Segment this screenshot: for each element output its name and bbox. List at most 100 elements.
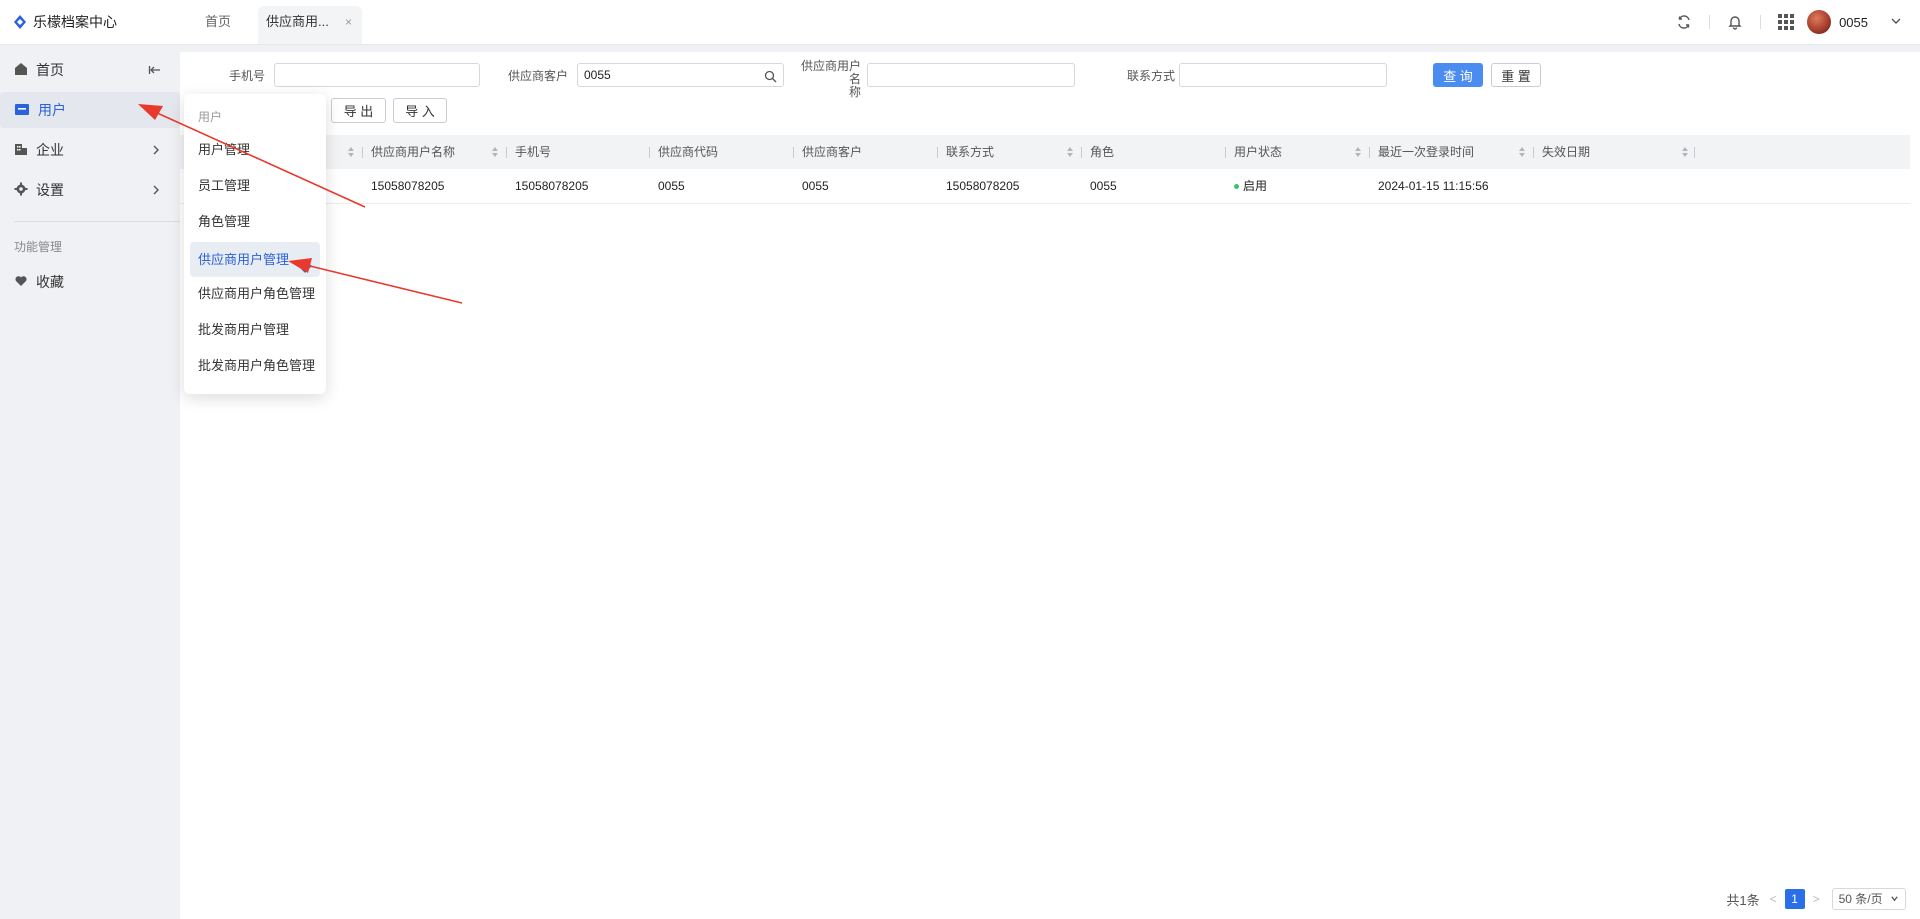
column-header[interactable]: 联系方式 <box>946 135 994 169</box>
chevron-down-icon <box>1891 896 1898 902</box>
cell-supplier-user-name: 15058078205 <box>371 179 445 193</box>
reset-button[interactable]: 重 置 <box>1491 63 1541 87</box>
submenu-item-supplier-user-role-management[interactable]: 供应商用户角色管理 <box>190 278 320 310</box>
supplier-customer-select[interactable]: 0055 <box>577 63 784 87</box>
submenu-item-supplier-user-management[interactable]: 供应商用户管理 <box>190 242 320 277</box>
submenu-item-user-management[interactable]: 用户管理 <box>190 134 320 166</box>
filter-label-phone: 手机号 <box>229 69 266 83</box>
column-header[interactable]: 最近一次登录时间 <box>1378 135 1474 169</box>
avatar[interactable] <box>1807 10 1832 34</box>
sort-icon[interactable] <box>492 147 498 157</box>
next-page-icon[interactable]: > <box>1813 892 1820 906</box>
cell-supplier-customer: 0055 <box>802 179 829 193</box>
sort-icon[interactable] <box>1682 147 1688 157</box>
column-header[interactable]: 供应商代码 <box>658 135 718 169</box>
column-divider <box>1081 147 1082 158</box>
apps-grid-icon[interactable] <box>1773 9 1799 35</box>
label-line: 称 <box>848 85 861 99</box>
supplier-user-name-input[interactable] <box>867 63 1075 87</box>
column-divider <box>649 147 650 158</box>
sidebar-item-label: 设置 <box>36 182 64 198</box>
chevron-down-icon[interactable] <box>1890 15 1902 30</box>
header-actions: 0055 <box>1671 9 1902 35</box>
app-logo[interactable]: 乐檬档案中心 <box>12 12 117 32</box>
user-folder-icon <box>14 102 30 119</box>
tab-label: 供应商用... <box>266 14 329 29</box>
sidebar-item-home[interactable]: 首页 <box>0 52 180 88</box>
chevron-right-icon <box>150 103 162 119</box>
sidebar-item-user[interactable]: 用户 <box>0 92 180 128</box>
submenu-item-staff-management[interactable]: 员工管理 <box>190 170 320 202</box>
app-title: 乐檬档案中心 <box>33 14 117 30</box>
pagination: 共1条 < 1 > 50 条/页 <box>1726 888 1906 910</box>
search-icon[interactable] <box>764 68 777 90</box>
divider <box>1760 15 1762 29</box>
column-divider <box>506 147 507 158</box>
column-header[interactable]: 供应商用户名称 <box>371 135 455 169</box>
sort-icon[interactable] <box>1067 147 1073 157</box>
column-header[interactable]: 失效日期 <box>1542 135 1590 169</box>
divider <box>14 221 182 222</box>
collapse-sidebar-icon[interactable] <box>148 63 162 80</box>
sidebar-item-favorites[interactable]: 收藏 <box>0 264 180 300</box>
refresh-icon[interactable] <box>1671 9 1697 35</box>
column-divider <box>937 147 938 158</box>
column-divider <box>1694 147 1695 158</box>
prev-page-icon[interactable]: < <box>1770 892 1777 906</box>
sort-icon[interactable] <box>1355 147 1361 157</box>
building-icon <box>14 142 28 159</box>
filter-label-contact: 联系方式 <box>1127 69 1176 83</box>
column-divider <box>1533 147 1534 158</box>
sidebar-item-settings[interactable]: 设置 <box>0 172 180 208</box>
tab-supplier-user[interactable]: 供应商用... × <box>258 6 362 44</box>
sidebar-item-label: 首页 <box>36 62 64 78</box>
heart-icon <box>14 274 28 291</box>
column-divider <box>1225 147 1226 158</box>
supplier-customer-value: 0055 <box>584 68 611 82</box>
filter-label-supplier-user-name: 供应商用户名 称 <box>799 60 861 99</box>
cell-last-login: 2024-01-15 11:15:56 <box>1378 179 1489 193</box>
export-button[interactable]: 导 出 <box>331 98 386 123</box>
submenu-item-wholesaler-user-role-management[interactable]: 批发商用户角色管理 <box>190 350 320 382</box>
sort-icon[interactable] <box>348 147 354 157</box>
submenu-item-wholesaler-user-management[interactable]: 批发商用户管理 <box>190 314 320 346</box>
user-submenu: 用户 用户管理 员工管理 角色管理 供应商用户管理 供应商用户角色管理 批发商用… <box>184 94 326 394</box>
column-divider <box>793 147 794 158</box>
import-button[interactable]: 导 入 <box>393 98 447 123</box>
table-row[interactable]: 15058078205 15058078205 0055 0055 150580… <box>180 169 1910 204</box>
column-header[interactable]: 用户状态 <box>1234 135 1282 169</box>
page-size-value: 50 条/页 <box>1838 892 1883 906</box>
sidebar-item-label: 企业 <box>36 142 64 158</box>
contact-input[interactable] <box>1179 63 1387 87</box>
tab-home[interactable]: 首页 <box>205 6 231 44</box>
chevron-right-icon <box>150 183 162 199</box>
query-button[interactable]: 查 询 <box>1433 63 1483 87</box>
section-title: 功能管理 <box>14 240 63 254</box>
label-line: 供应商用户名 <box>800 59 861 86</box>
cell-role: 0055 <box>1090 179 1117 193</box>
home-icon <box>14 62 28 79</box>
submenu-header: 用户 <box>198 110 223 124</box>
cell-status: 启用 <box>1234 169 1267 203</box>
filter-label-supplier-customer: 供应商客户 <box>508 69 569 83</box>
column-header[interactable]: 供应商客户 <box>802 135 862 169</box>
sidebar-item-label: 用户 <box>38 102 66 118</box>
pagination-total: 共1条 <box>1726 892 1760 908</box>
user-name[interactable]: 0055 <box>1839 15 1868 30</box>
page-size-select[interactable]: 50 条/页 <box>1831 888 1906 910</box>
phone-input[interactable] <box>274 63 480 87</box>
sidebar-item-label: 收藏 <box>36 274 64 290</box>
page-number[interactable]: 1 <box>1784 889 1805 909</box>
column-header[interactable]: 手机号 <box>515 135 551 169</box>
submenu-item-role-management[interactable]: 角色管理 <box>190 206 320 238</box>
close-icon[interactable]: × <box>345 6 352 38</box>
cell-phone: 15058078205 <box>515 179 589 193</box>
column-divider <box>1369 147 1370 158</box>
sidebar: 首页 用户 企业 设置 功能管理 收藏 <box>0 45 182 919</box>
sidebar-item-enterprise[interactable]: 企业 <box>0 132 180 168</box>
sort-icon[interactable] <box>1519 147 1525 157</box>
column-header[interactable]: 角色 <box>1090 135 1114 169</box>
table-header: 供应商用户名称 手机号 供应商代码 供应商客户 联系方式 角色 用户状态 最近一… <box>180 135 1910 169</box>
status-text: 启用 <box>1243 179 1268 193</box>
bell-icon[interactable] <box>1722 9 1748 35</box>
